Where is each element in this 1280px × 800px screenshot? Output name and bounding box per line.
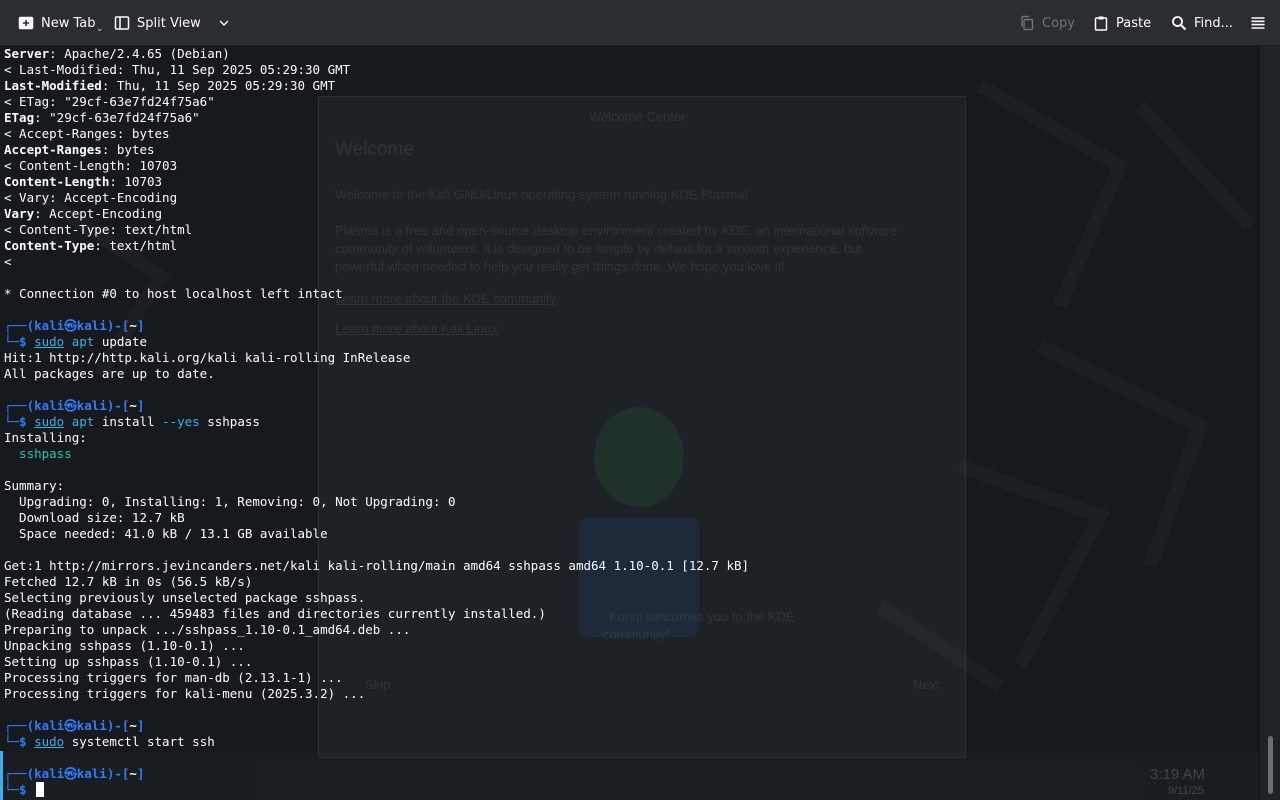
terminal-line: Hit:1 http://http.kali.org/kali kali-rol…: [4, 350, 411, 365]
terminal-line: Setting up sshpass (1.10-0.1) ...: [4, 654, 253, 669]
paste-label: Paste: [1116, 15, 1152, 31]
terminal-line: (Reading database ... 459483 files and d…: [4, 606, 546, 621]
terminal-line: < Content-Type: text/html: [4, 222, 193, 237]
copy-button[interactable]: Copy: [1013, 0, 1081, 46]
new-tab-dropdown-indicator[interactable]: ⌄: [96, 24, 104, 34]
prompt-header: ┌──(kali㉿kali)-[~]: [4, 398, 145, 413]
new-tab-button[interactable]: New Tab ⌄: [12, 0, 104, 46]
toolbar: New Tab ⌄ Split View Copy Paste Find...: [0, 0, 1280, 46]
copy-label: Copy: [1042, 15, 1075, 31]
terminal-line: < Vary: Accept-Encoding: [4, 190, 178, 205]
prompt-input[interactable]: └─$: [4, 782, 749, 798]
terminal-line: Content-Length: 10703: [4, 174, 163, 189]
prompt-command: └─$ sudo systemctl start ssh: [4, 734, 215, 749]
hamburger-menu-button[interactable]: [1244, 0, 1272, 46]
terminal-line: Processing triggers for kali-menu (2025.…: [4, 686, 366, 701]
terminal-line: Fetched 12.7 kB in 0s (56.5 kB/s): [4, 574, 253, 589]
text-cursor: [36, 782, 45, 797]
terminal-line: Upgrading: 0, Installing: 1, Removing: 0…: [4, 494, 456, 509]
find-label: Find...: [1194, 15, 1234, 31]
terminal-line: < ETag: "29cf-63e7fd24f75a6": [4, 94, 215, 109]
terminal-line-package: sshpass: [4, 446, 72, 461]
search-icon: [1172, 16, 1187, 31]
chevron-down-icon[interactable]: [218, 17, 230, 29]
new-tab-icon: [18, 16, 34, 30]
scrollbar[interactable]: [1259, 46, 1280, 800]
terminal-line: Content-Type: text/html: [4, 238, 178, 253]
terminal-line: ETag: "29cf-63e7fd24f75a6": [4, 110, 200, 125]
terminal-line: Processing triggers for man-db (2.13.1-1…: [4, 670, 343, 685]
terminal-line: All packages are up to date.: [4, 366, 215, 381]
prompt-header: ┌──(kali㉿kali)-[~]: [4, 718, 145, 733]
paste-button[interactable]: Paste: [1087, 0, 1157, 46]
terminal-line: Summary:: [4, 478, 65, 493]
prompt-command: └─$ sudo apt install --yes sshpass: [4, 414, 260, 429]
copy-icon: [1021, 15, 1034, 31]
konsole-window: New Tab ⌄ Split View Copy Paste Find... …: [0, 0, 1280, 800]
find-button[interactable]: Find...: [1165, 0, 1239, 46]
split-view-label: Split View: [137, 15, 201, 31]
hamburger-menu-icon: [1251, 17, 1265, 29]
terminal-output: Server: Apache/2.4.65 (Debian) < Last-Mo…: [4, 46, 749, 798]
terminal-line: Space needed: 41.0 kB / 13.1 GB availabl…: [4, 526, 328, 541]
terminal-line: <: [4, 254, 12, 269]
terminal-line: Installing:: [4, 430, 87, 445]
terminal-line: Vary: Accept-Encoding: [4, 206, 163, 221]
terminal-view[interactable]: Welcome Center Welcome Welcome to the Ka…: [0, 46, 1259, 800]
terminal-line: < Accept-Ranges: bytes: [4, 126, 170, 141]
terminal-line: Last-Modified: Thu, 11 Sep 2025 05:29:30…: [4, 78, 336, 93]
split-view-button[interactable]: Split View: [108, 0, 236, 46]
terminal-line: * Connection #0 to host localhost left i…: [4, 286, 343, 301]
prompt-header: ┌──(kali㉿kali)-[~]: [4, 318, 145, 333]
terminal-line: Server: Apache/2.4.65 (Debian): [4, 46, 230, 61]
prompt-header: ┌──(kali㉿kali)-[~]: [4, 766, 145, 781]
terminal-line: Selecting previously unselected package …: [4, 590, 366, 605]
terminal-line: Get:1 http://mirrors.jevincanders.net/ka…: [4, 558, 750, 573]
paste-icon: [1094, 16, 1108, 31]
active-prompt-marker: [0, 751, 3, 800]
prompt-command: └─$ sudo apt update: [4, 334, 148, 349]
split-view-icon: [114, 16, 130, 30]
new-tab-label: New Tab: [41, 15, 96, 31]
terminal-line: < Last-Modified: Thu, 11 Sep 2025 05:29:…: [4, 62, 351, 77]
scrollbar-thumb[interactable]: [1268, 736, 1273, 794]
terminal-line: Accept-Ranges: bytes: [4, 142, 155, 157]
terminal-line: Preparing to unpack .../sshpass_1.10-0.1…: [4, 622, 411, 637]
terminal-line: Download size: 12.7 kB: [4, 510, 185, 525]
terminal-line: < Content-Length: 10703: [4, 158, 178, 173]
terminal-line: Unpacking sshpass (1.10-0.1) ...: [4, 638, 245, 653]
